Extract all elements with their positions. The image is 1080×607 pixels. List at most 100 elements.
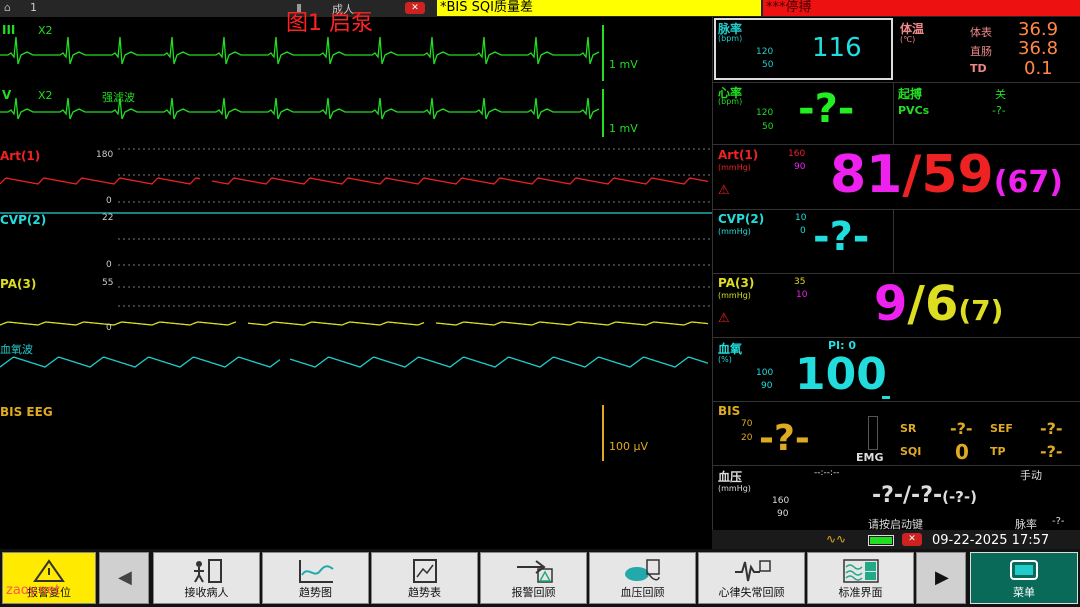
temp-row-value: 36.9 [1018,19,1059,40]
divider [712,209,1080,210]
emg-bar [868,416,878,450]
alarm-reset-icon [33,559,65,582]
temp-unit: (℃) [900,35,916,44]
ecg2-label[interactable]: V [2,88,11,102]
temp-row-name: 直肠 [970,45,992,58]
trend-table-icon [412,559,437,583]
cvp-label[interactable]: CVP(2) [718,212,764,226]
admit-patient-button[interactable]: 接收病人 [153,552,260,604]
divider [712,401,1080,402]
divider [712,82,1080,83]
admit-patient-icon [193,559,222,583]
pa-alarm-off-icon[interactable]: ⚠ [718,311,730,326]
menu-icon [1010,560,1038,580]
alarm-review-button[interactable]: 报警回顾 [480,552,587,604]
alarm-sound-off-icon[interactable]: ✕ [902,533,922,546]
nibp-unit: (mmHg) [718,484,751,493]
trend-graph-button[interactable]: 趋势图 [262,552,369,604]
spo2-wave-label[interactable]: 血氧波 [0,341,33,357]
arrhythmia-review-icon [734,560,771,582]
page-left-button[interactable]: ◀ [99,552,149,604]
trend-table-button[interactable]: 趋势表 [371,552,478,604]
nibp-pr-value: -?- [1052,516,1065,527]
spo2-pleth-wave [0,356,709,368]
nibp-high-limit: 160 [772,496,790,506]
ecg1-scale-label: 1 mV [609,58,638,71]
spo2-value: 100 [795,349,887,400]
pa-values: 9/6(7) [874,276,1003,332]
art-label[interactable]: Art(1) [718,148,758,162]
art-low-limit: 90 [794,162,806,172]
menu-button[interactable]: 菜单 [970,552,1078,604]
bis-high-limit: 70 [741,419,753,429]
bed-number: 1 [30,1,37,14]
cvp-scale-bottom: 0 [106,260,112,270]
battery-icon [868,535,894,546]
nibp-review-label: 血压回顾 [620,586,665,599]
nibp-last-time: --:--:-- [814,468,840,478]
nibp-review-button[interactable]: 血压回顾 [589,552,696,604]
cvp-scale-top: 22 [102,213,114,223]
pace-value: 关 [995,88,1006,101]
alarm-red-message[interactable]: ***停搏 [763,0,1080,16]
ecg1-gain[interactable]: X2 [38,24,53,37]
nibp-mean: (-?-) [942,488,977,506]
bis-label[interactable]: BIS [718,404,740,418]
datetime: 09-22-2025 17:57 [932,533,1050,548]
art-diastolic: 59 [921,145,994,205]
menu-label: 菜单 [1013,586,1035,599]
pulse-unit: (bpm) [718,34,743,43]
ecg2-gain[interactable]: X2 [38,89,53,102]
art-scale-bottom: 0 [106,196,112,206]
standard-screen-button[interactable]: 标准界面 [807,552,914,604]
nibp-mode[interactable]: 手动 [1020,467,1042,483]
art-unit: (mmHg) [718,163,751,172]
cvp-value: -?- [813,214,870,260]
alarm-paused-icon[interactable]: ✕ [405,2,425,14]
pa-scale-bottom: 0 [106,323,112,333]
arrhythmia-review-button[interactable]: 心律失常回顾 [698,552,805,604]
temp-row-name: 体表 [970,26,992,39]
nibp-value: -?-/-?- [872,483,943,508]
admit-patient-label: 接收病人 [184,586,229,599]
sef-value: -?- [1040,419,1063,438]
pa-label[interactable]: PA(3) [718,276,754,290]
emg-label: EMG [856,451,884,464]
watermark: zaoy.net [6,583,61,598]
pace-label[interactable]: 起搏 [898,85,922,102]
trend-graph-icon [298,560,334,583]
pa-mean: (7) [958,294,1004,327]
ecg2-filter[interactable]: 强滤波 [102,89,135,105]
art-alarm-off-icon[interactable]: ⚠ [718,183,730,198]
divider [712,273,1080,274]
pa-unit: (mmHg) [718,291,751,300]
spo2-low-limit: 90 [761,381,773,391]
arrow-right-icon: ▶ [935,567,949,588]
arrhythmia-review-label: 心律失常回顾 [718,586,785,599]
arrow-left-icon: ◀ [118,567,132,588]
cvp-unit: (mmHg) [718,227,751,236]
nibp-low-limit: 90 [777,509,789,519]
alarm-review-icon [516,560,553,583]
eeg-wave-label[interactable]: BIS EEG [0,405,53,419]
temp-row-value: 36.8 [1018,38,1059,59]
nibp-label[interactable]: 血压 [718,468,742,485]
sr-label: SR [900,422,917,435]
ecg-lead-v-wave [0,97,600,120]
pa-low-limit: 10 [796,290,808,300]
art-wave-label[interactable]: Art(1) [0,149,40,163]
bis-low-limit: 20 [741,433,753,443]
alarm-yellow-message[interactable]: *BIS SQI质量差 [437,0,761,16]
pa-systolic: 9 [874,276,908,332]
pulse-high-limit: 120 [756,47,774,57]
divider [893,209,894,273]
pa-wave-label[interactable]: PA(3) [0,277,36,291]
cvp-wave-label[interactable]: CVP(2) [0,213,46,227]
cvp-high-limit: 10 [795,213,807,223]
hr-low-limit: 50 [762,122,774,132]
pulse-value: 116 [812,33,862,63]
ecg1-label[interactable]: III [2,23,15,37]
page-right-button[interactable]: ▶ [916,552,966,604]
pvcs-value: -?- [992,104,1006,117]
art-systolic: 81 [830,145,903,205]
